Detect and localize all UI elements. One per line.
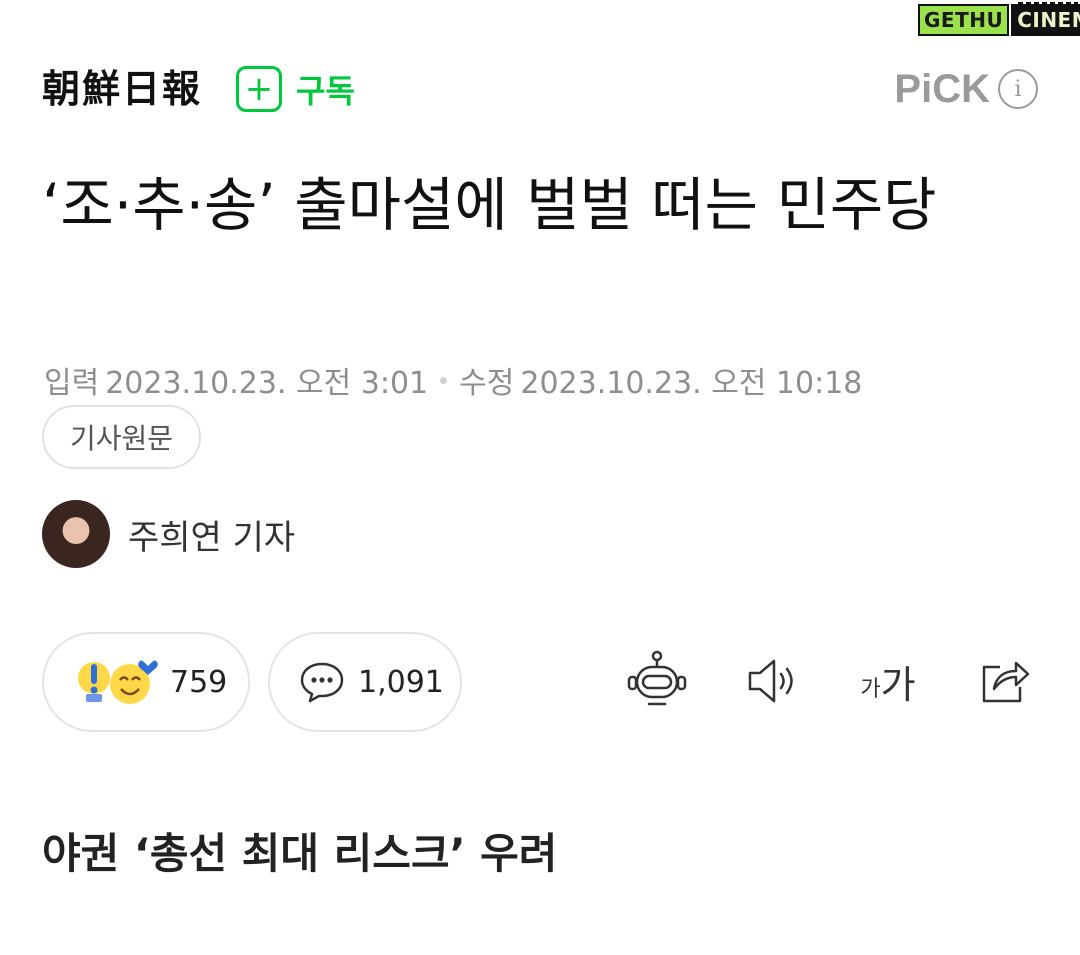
reaction-button[interactable]: 759 [42, 632, 250, 732]
summary-bot-button[interactable] [622, 646, 692, 716]
reporter-info[interactable]: 주희연 기자 [42, 500, 295, 568]
watermark-text-cinema: CINEMA [1011, 4, 1080, 36]
watermark-text-getthu: GETHU [918, 4, 1010, 36]
edit-time: 2023.10.23. 오전 10:18 [520, 366, 863, 401]
press-logo[interactable]: 朝鮮日報 [42, 64, 202, 114]
share-button[interactable] [972, 646, 1036, 716]
subscribe-button[interactable]: + 구독 [236, 66, 355, 112]
pick-badge: PiCK i [894, 67, 1038, 112]
article-header: 朝鮮日報 + 구독 PiCK i [42, 64, 1038, 114]
dot-separator [440, 376, 448, 384]
input-time: 2023.10.23. 오전 3:01 [105, 366, 429, 401]
listen-button[interactable] [740, 646, 804, 716]
plus-icon: + [236, 66, 283, 112]
robot-icon [627, 650, 687, 706]
reporter-avatar [42, 500, 110, 568]
reaction-count: 759 [170, 664, 228, 700]
watermark-logo: GETHU CINEMA [918, 2, 1080, 38]
original-article-button[interactable]: 기사원문 [42, 405, 202, 469]
font-size-large-icon: 가 [880, 662, 916, 707]
article-dates: 입력 2023.10.23. 오전 3:01 수정 2023.10.23. 오전… [44, 358, 862, 402]
share-icon [982, 661, 1030, 703]
article-title: ‘조·추·송’ 출마설에 벌벌 떠는 민주당 [42, 171, 937, 239]
film-strip-decoration [1018, 2, 1078, 8]
pick-label: PiCK [894, 66, 990, 111]
font-size-small-icon: 가 [860, 677, 881, 702]
article-subheading: 야권 ‘총선 최대 리스크’ 우려 [42, 829, 558, 878]
reaction-emoji-icon [78, 660, 158, 704]
info-icon[interactable]: i [998, 69, 1038, 109]
input-label: 입력 [44, 366, 100, 401]
font-size-button[interactable]: 가 가 [848, 646, 928, 716]
comment-button[interactable]: 1,091 [268, 632, 462, 732]
subscribe-label: 구독 [296, 72, 355, 110]
reporter-name: 주희연 기자 [128, 517, 296, 558]
comment-count: 1,091 [358, 664, 444, 700]
comment-icon [300, 662, 344, 703]
speaker-icon [748, 659, 793, 703]
edit-label: 수정 [459, 366, 515, 401]
